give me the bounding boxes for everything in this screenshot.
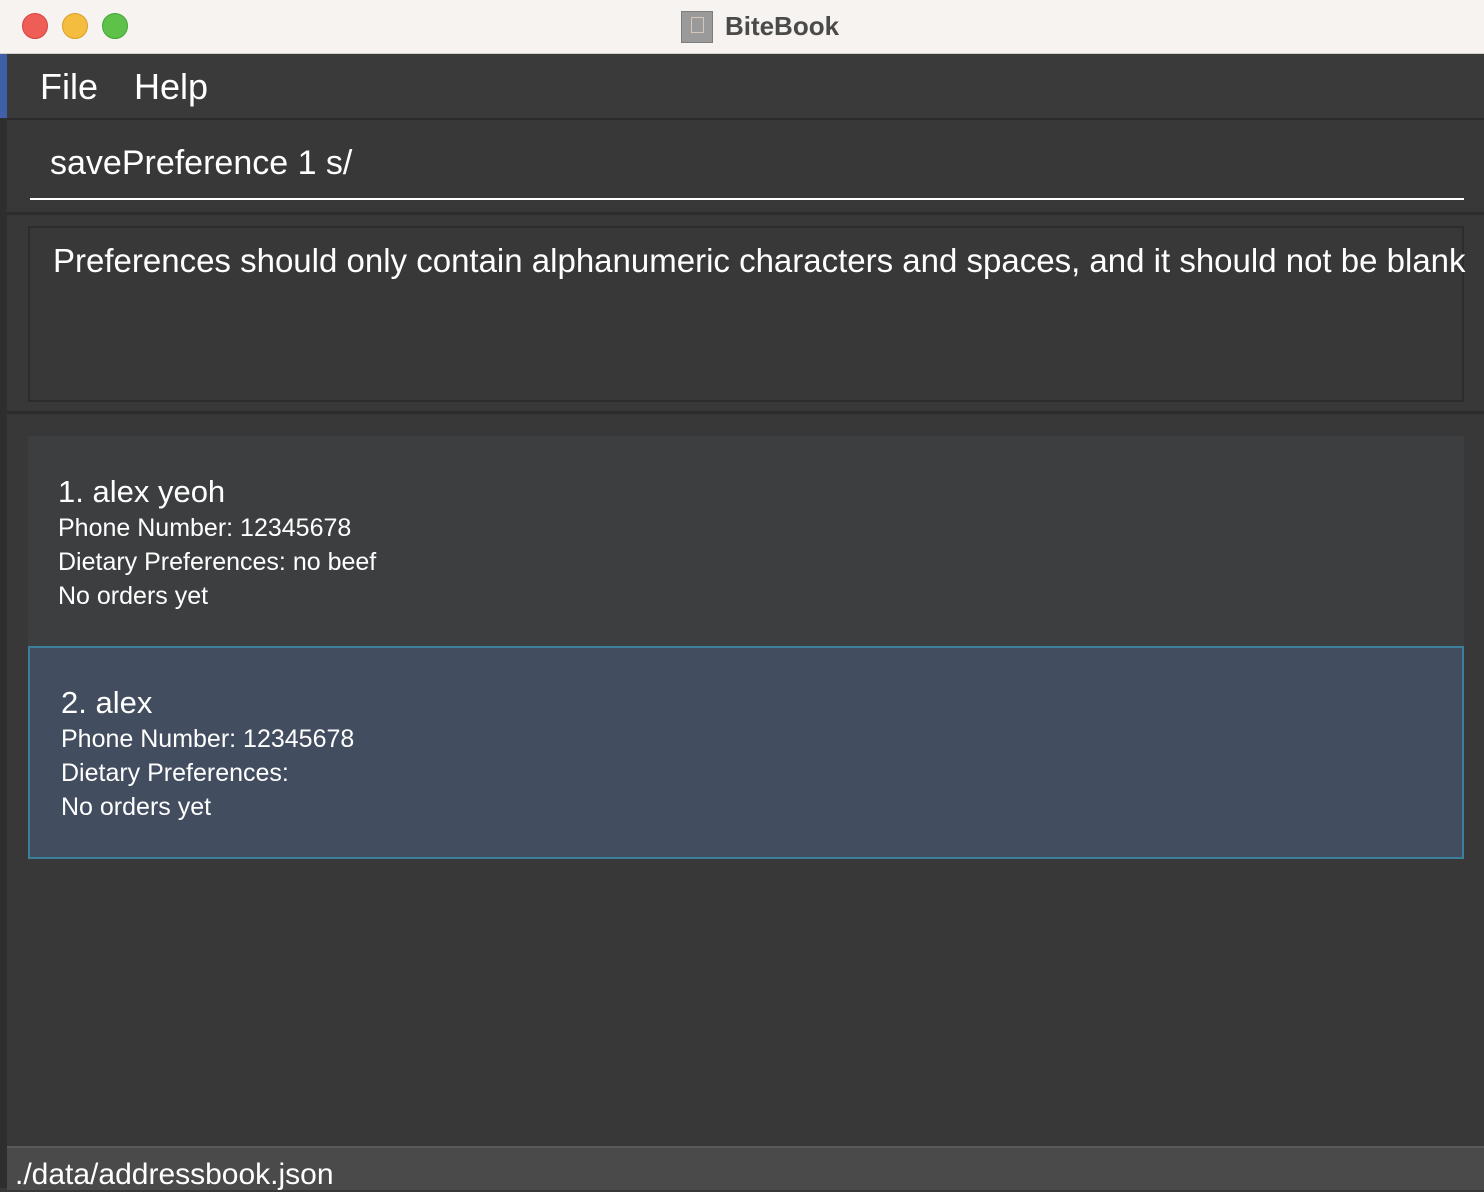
result-message: Preferences should only contain alphanum… [53,242,1466,279]
person-card[interactable]: 1. alex yeoh Phone Number: 12345678 Diet… [28,436,1464,646]
person-list[interactable]: 1. alex yeoh Phone Number: 12345678 Diet… [7,414,1484,1146]
bitebook-app-icon [680,10,713,43]
data-file-path: ./data/addressbook.json [15,1158,334,1191]
title-bar[interactable]: BiteBook [0,0,1484,54]
person-preferences: Dietary Preferences: [61,759,289,787]
status-bar: ./data/addressbook.json [7,1146,1484,1191]
window-title-group: BiteBook [0,0,1484,53]
result-display[interactable]: Preferences should only contain alphanum… [28,226,1466,402]
app-window: BiteBook File Help Preferences should on… [0,0,1484,1191]
person-orders: No orders yet [61,793,212,821]
window-title: BiteBook [724,11,840,41]
person-phone: Phone Number: 12345678 [58,514,352,542]
command-box-area [7,120,1484,215]
person-phone: Phone Number: 12345678 [61,725,355,753]
person-card-selected[interactable]: 2. alex Phone Number: 12345678 Dietary P… [28,646,1464,859]
person-name: 2. alex [61,685,153,720]
menu-bar: File Help [7,54,1484,120]
person-preferences: Dietary Preferences: no beef [58,548,377,576]
command-input[interactable] [30,128,1464,200]
person-name: 1. alex yeoh [58,474,226,509]
menu-file[interactable]: File [40,66,98,108]
result-display-area: Preferences should only contain alphanum… [7,215,1484,414]
desktop-edge [0,0,7,1188]
person-orders: No orders yet [58,582,209,610]
menu-help[interactable]: Help [134,66,208,108]
